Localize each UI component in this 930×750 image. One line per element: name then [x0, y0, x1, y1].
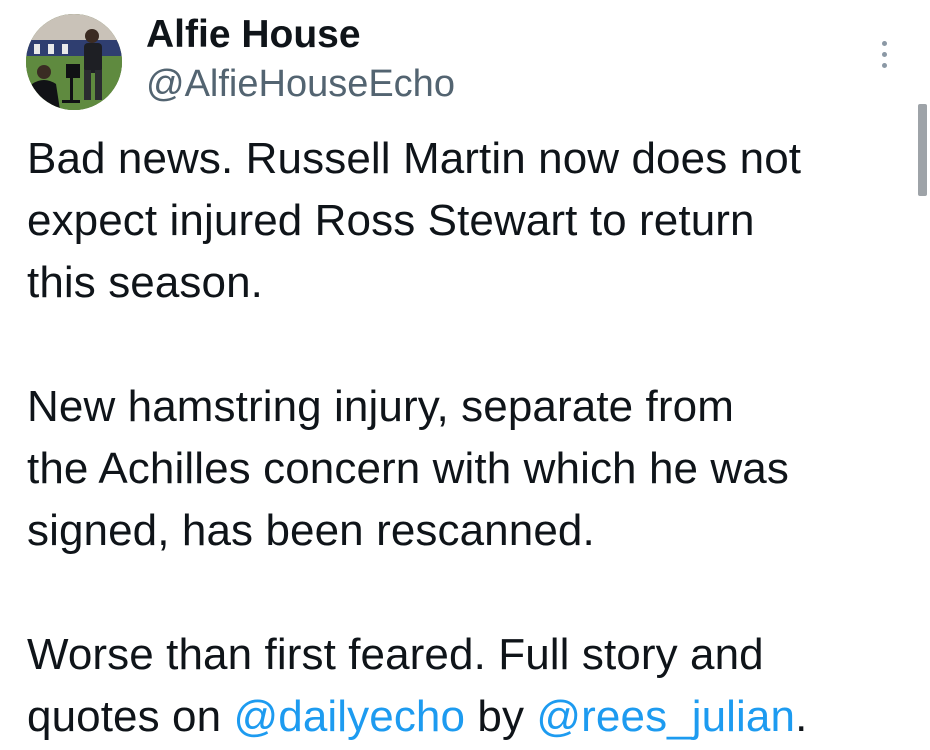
tweet-line: New hamstring injury, separate from	[27, 382, 734, 431]
tweet-line: the Achilles concern with which he was	[27, 444, 789, 493]
tweet: Alfie House @AlfieHouseEcho Bad news. Ru…	[0, 0, 930, 750]
tweet-paragraph: New hamstring injury, separate from the …	[27, 376, 907, 562]
tweet-line: Bad news. Russell Martin now does not	[27, 134, 802, 183]
tweet-text-middle: by	[465, 692, 537, 741]
vertical-ellipsis-icon-dot	[881, 51, 887, 57]
avatar[interactable]	[26, 14, 122, 110]
scrollbar-thumb[interactable]	[918, 104, 927, 196]
tweet-line: expect injured Ross Stewart to return	[27, 196, 755, 245]
more-options-button[interactable]	[866, 34, 902, 74]
tweet-paragraph: Worse than first feared. Full story and …	[27, 624, 907, 748]
tweet-line: this season.	[27, 258, 264, 307]
author-name[interactable]: Alfie House	[146, 12, 361, 58]
mention-link-dailyecho[interactable]: @dailyecho	[234, 692, 466, 741]
tweet-text: Bad news. Russell Martin now does not ex…	[27, 128, 907, 748]
author-handle[interactable]: @AlfieHouseEcho	[146, 61, 455, 107]
mention-link-rees-julian[interactable]: @rees_julian	[536, 692, 795, 741]
tweet-text-suffix: .	[795, 692, 808, 741]
tweet-text-prefix: quotes on	[27, 692, 234, 741]
tweet-line: signed, has been rescanned.	[27, 506, 595, 555]
tweet-line: Worse than first feared. Full story and	[27, 630, 764, 679]
avatar-photo	[26, 14, 122, 110]
vertical-ellipsis-icon-dot	[881, 62, 887, 68]
vertical-ellipsis-icon	[881, 40, 887, 46]
tweet-paragraph: Bad news. Russell Martin now does not ex…	[27, 128, 907, 314]
